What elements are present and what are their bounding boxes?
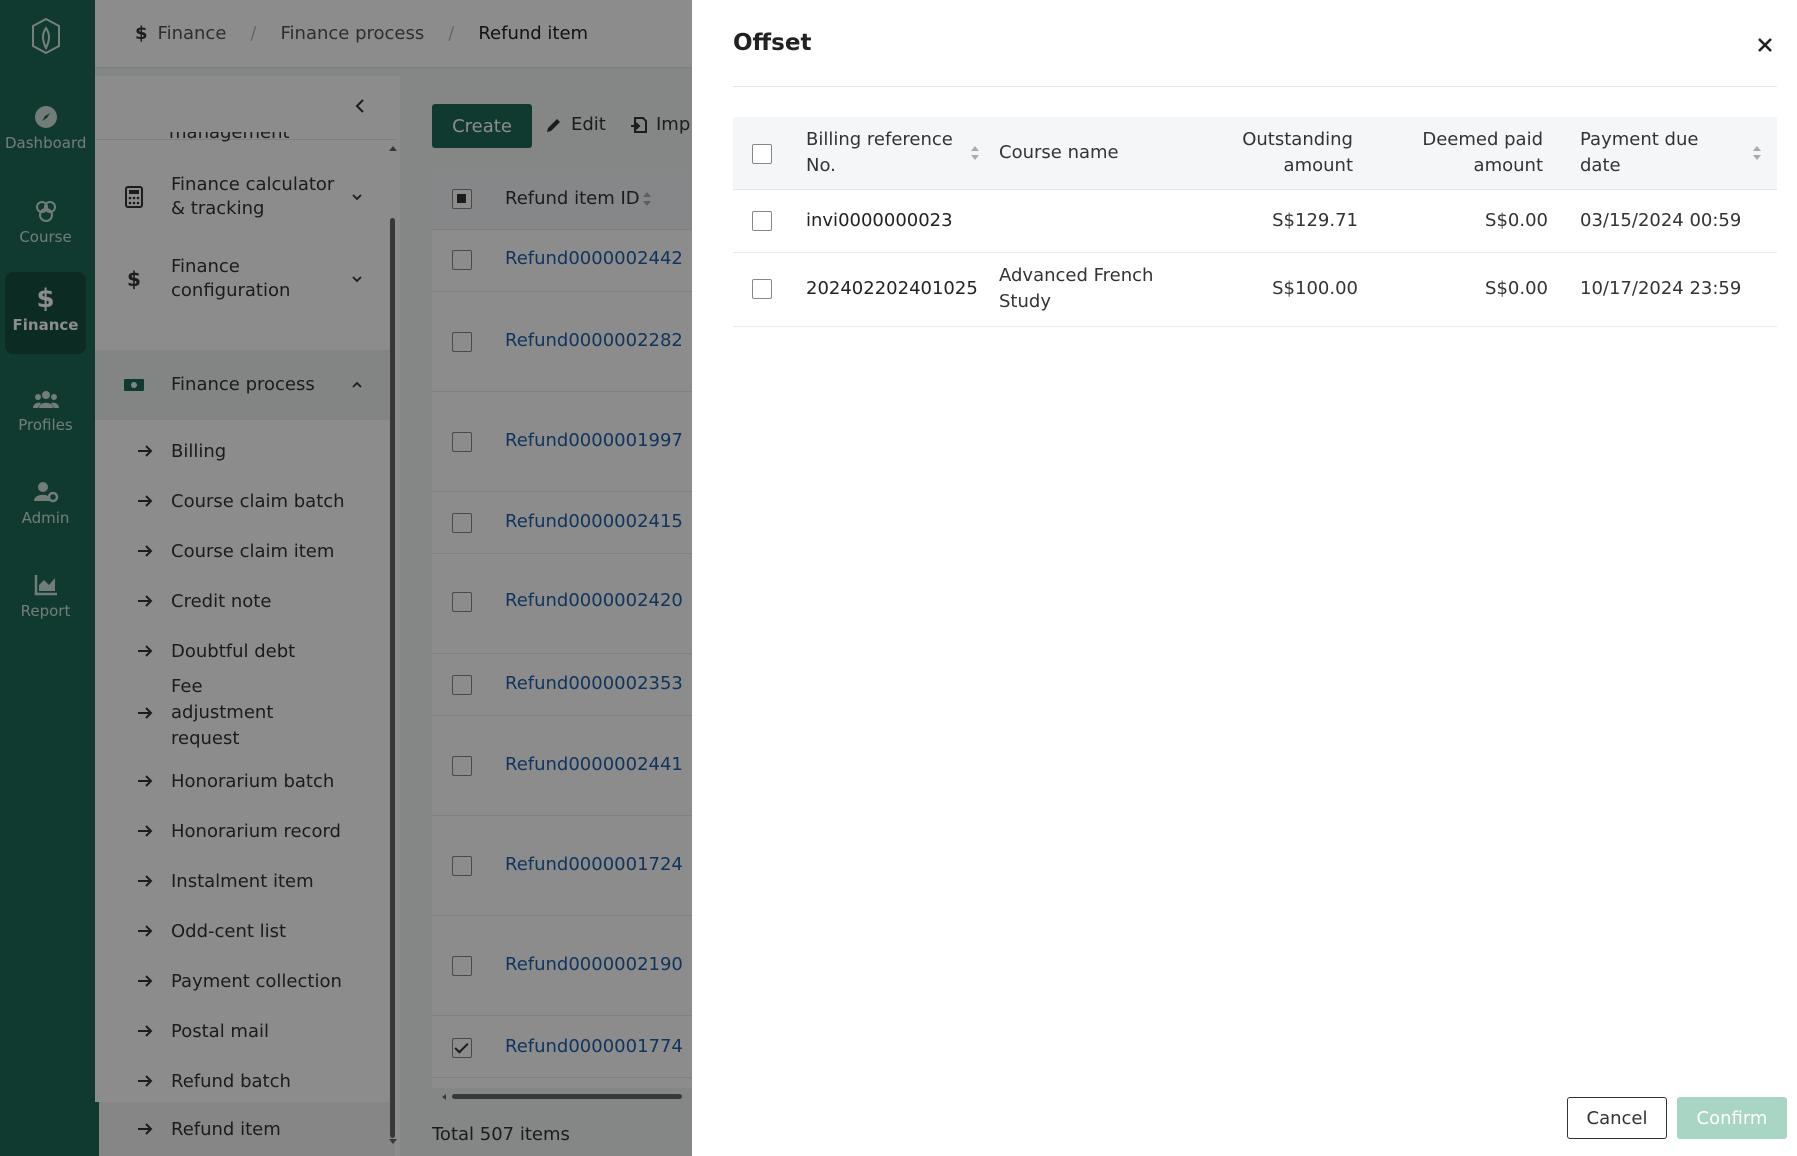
cancel-button[interactable]: Cancel: [1567, 1097, 1667, 1139]
table-header: Billing reference No. Course name Outsta…: [733, 117, 1777, 190]
row-checkbox[interactable]: [752, 211, 772, 231]
table-row[interactable]: invi0000000023 S$129.71 S$0.00 03/15/202…: [733, 190, 1777, 253]
column-header-course-name: Course name: [999, 142, 1119, 163]
divider: [733, 86, 1777, 87]
drawer-title: Offset: [733, 30, 812, 56]
payment-due-cell: 10/17/2024 23:59: [1580, 278, 1742, 299]
course-name-cell: Advanced French Study: [999, 265, 1154, 312]
row-checkbox[interactable]: [752, 279, 772, 299]
close-icon[interactable]: [1756, 36, 1774, 54]
sort-icon[interactable]: [970, 144, 980, 162]
column-header-payment-due[interactable]: Payment due date: [1580, 127, 1720, 179]
column-header-outstanding: Outstanding amount: [1242, 129, 1353, 176]
sort-icon[interactable]: [1752, 144, 1762, 162]
confirm-button[interactable]: Confirm: [1677, 1097, 1787, 1139]
payment-due-cell: 03/15/2024 00:59: [1580, 210, 1742, 231]
deemed-paid-cell: S$0.00: [1485, 210, 1548, 231]
column-header-deemed-paid: Deemed paid amount: [1422, 129, 1543, 176]
select-all-checkbox[interactable]: [752, 144, 772, 164]
column-header-billing-ref[interactable]: Billing reference No.: [806, 127, 956, 179]
outstanding-cell: S$129.71: [1272, 210, 1358, 231]
billing-ref-cell: 202402202401025: [806, 278, 978, 299]
outstanding-cell: S$100.00: [1272, 278, 1358, 299]
deemed-paid-cell: S$0.00: [1485, 278, 1548, 299]
billing-ref-cell: invi0000000023: [806, 210, 953, 231]
modal-overlay[interactable]: [0, 0, 692, 1156]
table-row[interactable]: 202402202401025 Advanced French Study S$…: [733, 253, 1777, 327]
offset-drawer: Offset Billing reference No. Course name…: [692, 0, 1797, 1156]
